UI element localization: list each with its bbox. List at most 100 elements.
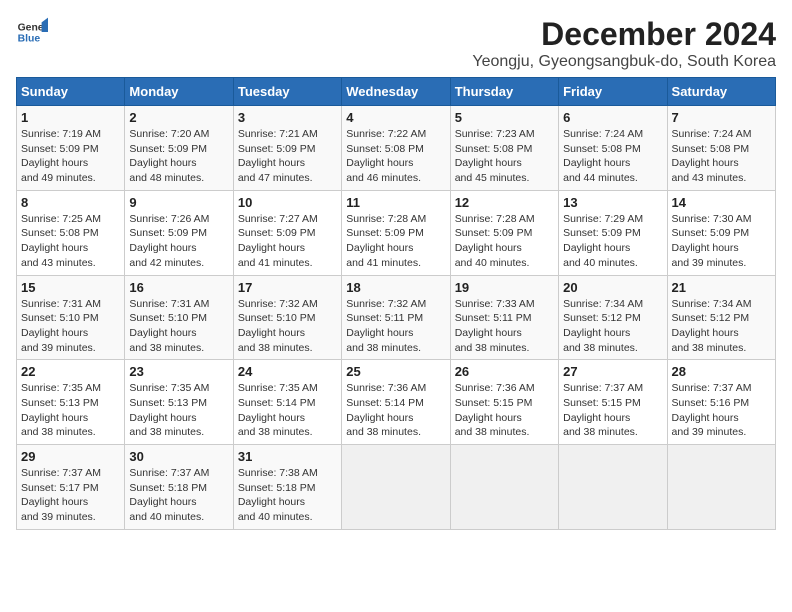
- day-number: 31: [238, 449, 337, 464]
- day-detail: Sunrise: 7:37 AMSunset: 5:18 PMDaylight …: [129, 467, 209, 523]
- weekday-header-monday: Monday: [125, 78, 233, 106]
- weekday-header-sunday: Sunday: [17, 78, 125, 106]
- calendar-cell: 8 Sunrise: 7:25 AMSunset: 5:08 PMDayligh…: [17, 190, 125, 275]
- calendar-cell: 19 Sunrise: 7:33 AMSunset: 5:11 PMDaylig…: [450, 275, 558, 360]
- calendar-cell: 25 Sunrise: 7:36 AMSunset: 5:14 PMDaylig…: [342, 360, 450, 445]
- day-number: 3: [238, 110, 337, 125]
- title-block: December 2024 Yeongju, Gyeongsangbuk-do,…: [472, 16, 776, 71]
- day-detail: Sunrise: 7:22 AMSunset: 5:08 PMDaylight …: [346, 128, 426, 184]
- header: General Blue December 2024 Yeongju, Gyeo…: [16, 16, 776, 71]
- svg-text:Blue: Blue: [18, 34, 41, 45]
- calendar-cell: 7 Sunrise: 7:24 AMSunset: 5:08 PMDayligh…: [667, 106, 775, 191]
- day-detail: Sunrise: 7:37 AMSunset: 5:17 PMDaylight …: [21, 467, 101, 523]
- day-detail: Sunrise: 7:37 AMSunset: 5:15 PMDaylight …: [563, 382, 643, 438]
- calendar-cell: 24 Sunrise: 7:35 AMSunset: 5:14 PMDaylig…: [233, 360, 341, 445]
- day-number: 5: [455, 110, 554, 125]
- day-detail: Sunrise: 7:28 AMSunset: 5:09 PMDaylight …: [455, 213, 535, 269]
- day-detail: Sunrise: 7:35 AMSunset: 5:13 PMDaylight …: [21, 382, 101, 438]
- calendar-cell: 3 Sunrise: 7:21 AMSunset: 5:09 PMDayligh…: [233, 106, 341, 191]
- day-number: 15: [21, 280, 120, 295]
- day-number: 26: [455, 364, 554, 379]
- day-detail: Sunrise: 7:36 AMSunset: 5:15 PMDaylight …: [455, 382, 535, 438]
- calendar-cell: 16 Sunrise: 7:31 AMSunset: 5:10 PMDaylig…: [125, 275, 233, 360]
- day-number: 13: [563, 195, 662, 210]
- day-detail: Sunrise: 7:37 AMSunset: 5:16 PMDaylight …: [672, 382, 752, 438]
- calendar-cell: 11 Sunrise: 7:28 AMSunset: 5:09 PMDaylig…: [342, 190, 450, 275]
- day-number: 11: [346, 195, 445, 210]
- month-year-title: December 2024: [472, 16, 776, 53]
- calendar-cell: [559, 445, 667, 530]
- day-detail: Sunrise: 7:34 AMSunset: 5:12 PMDaylight …: [672, 298, 752, 354]
- calendar-cell: 20 Sunrise: 7:34 AMSunset: 5:12 PMDaylig…: [559, 275, 667, 360]
- day-number: 12: [455, 195, 554, 210]
- day-number: 4: [346, 110, 445, 125]
- day-detail: Sunrise: 7:32 AMSunset: 5:11 PMDaylight …: [346, 298, 426, 354]
- day-detail: Sunrise: 7:32 AMSunset: 5:10 PMDaylight …: [238, 298, 318, 354]
- calendar-cell: 18 Sunrise: 7:32 AMSunset: 5:11 PMDaylig…: [342, 275, 450, 360]
- weekday-header-row: SundayMondayTuesdayWednesdayThursdayFrid…: [17, 78, 776, 106]
- calendar-cell: 22 Sunrise: 7:35 AMSunset: 5:13 PMDaylig…: [17, 360, 125, 445]
- calendar-body: 1 Sunrise: 7:19 AMSunset: 5:09 PMDayligh…: [17, 106, 776, 530]
- calendar-header: SundayMondayTuesdayWednesdayThursdayFrid…: [17, 78, 776, 106]
- day-detail: Sunrise: 7:29 AMSunset: 5:09 PMDaylight …: [563, 213, 643, 269]
- location-subtitle: Yeongju, Gyeongsangbuk-do, South Korea: [472, 53, 776, 71]
- day-number: 18: [346, 280, 445, 295]
- day-detail: Sunrise: 7:34 AMSunset: 5:12 PMDaylight …: [563, 298, 643, 354]
- day-detail: Sunrise: 7:20 AMSunset: 5:09 PMDaylight …: [129, 128, 209, 184]
- calendar-cell: 21 Sunrise: 7:34 AMSunset: 5:12 PMDaylig…: [667, 275, 775, 360]
- day-detail: Sunrise: 7:21 AMSunset: 5:09 PMDaylight …: [238, 128, 318, 184]
- day-detail: Sunrise: 7:31 AMSunset: 5:10 PMDaylight …: [129, 298, 209, 354]
- calendar-week-4: 22 Sunrise: 7:35 AMSunset: 5:13 PMDaylig…: [17, 360, 776, 445]
- calendar-cell: 13 Sunrise: 7:29 AMSunset: 5:09 PMDaylig…: [559, 190, 667, 275]
- calendar-cell: 26 Sunrise: 7:36 AMSunset: 5:15 PMDaylig…: [450, 360, 558, 445]
- day-detail: Sunrise: 7:24 AMSunset: 5:08 PMDaylight …: [672, 128, 752, 184]
- logo-icon: General Blue: [16, 16, 48, 48]
- day-number: 30: [129, 449, 228, 464]
- calendar-cell: 30 Sunrise: 7:37 AMSunset: 5:18 PMDaylig…: [125, 445, 233, 530]
- calendar-cell: [342, 445, 450, 530]
- calendar-cell: 28 Sunrise: 7:37 AMSunset: 5:16 PMDaylig…: [667, 360, 775, 445]
- calendar-table: SundayMondayTuesdayWednesdayThursdayFrid…: [16, 77, 776, 530]
- day-number: 24: [238, 364, 337, 379]
- day-number: 7: [672, 110, 771, 125]
- day-detail: Sunrise: 7:31 AMSunset: 5:10 PMDaylight …: [21, 298, 101, 354]
- calendar-week-1: 1 Sunrise: 7:19 AMSunset: 5:09 PMDayligh…: [17, 106, 776, 191]
- day-detail: Sunrise: 7:19 AMSunset: 5:09 PMDaylight …: [21, 128, 101, 184]
- calendar-cell: 17 Sunrise: 7:32 AMSunset: 5:10 PMDaylig…: [233, 275, 341, 360]
- day-number: 2: [129, 110, 228, 125]
- day-number: 19: [455, 280, 554, 295]
- day-number: 21: [672, 280, 771, 295]
- day-detail: Sunrise: 7:25 AMSunset: 5:08 PMDaylight …: [21, 213, 101, 269]
- calendar-cell: 29 Sunrise: 7:37 AMSunset: 5:17 PMDaylig…: [17, 445, 125, 530]
- day-detail: Sunrise: 7:24 AMSunset: 5:08 PMDaylight …: [563, 128, 643, 184]
- calendar-cell: [667, 445, 775, 530]
- weekday-header-saturday: Saturday: [667, 78, 775, 106]
- weekday-header-thursday: Thursday: [450, 78, 558, 106]
- day-detail: Sunrise: 7:28 AMSunset: 5:09 PMDaylight …: [346, 213, 426, 269]
- calendar-cell: 1 Sunrise: 7:19 AMSunset: 5:09 PMDayligh…: [17, 106, 125, 191]
- day-detail: Sunrise: 7:36 AMSunset: 5:14 PMDaylight …: [346, 382, 426, 438]
- calendar-cell: 6 Sunrise: 7:24 AMSunset: 5:08 PMDayligh…: [559, 106, 667, 191]
- day-number: 16: [129, 280, 228, 295]
- day-number: 10: [238, 195, 337, 210]
- calendar-week-3: 15 Sunrise: 7:31 AMSunset: 5:10 PMDaylig…: [17, 275, 776, 360]
- day-detail: Sunrise: 7:30 AMSunset: 5:09 PMDaylight …: [672, 213, 752, 269]
- calendar-cell: 27 Sunrise: 7:37 AMSunset: 5:15 PMDaylig…: [559, 360, 667, 445]
- calendar-cell: 14 Sunrise: 7:30 AMSunset: 5:09 PMDaylig…: [667, 190, 775, 275]
- calendar-cell: 4 Sunrise: 7:22 AMSunset: 5:08 PMDayligh…: [342, 106, 450, 191]
- logo: General Blue: [16, 16, 48, 48]
- day-detail: Sunrise: 7:23 AMSunset: 5:08 PMDaylight …: [455, 128, 535, 184]
- day-number: 27: [563, 364, 662, 379]
- calendar-cell: 10 Sunrise: 7:27 AMSunset: 5:09 PMDaylig…: [233, 190, 341, 275]
- day-number: 8: [21, 195, 120, 210]
- calendar-cell: 31 Sunrise: 7:38 AMSunset: 5:18 PMDaylig…: [233, 445, 341, 530]
- calendar-cell: 23 Sunrise: 7:35 AMSunset: 5:13 PMDaylig…: [125, 360, 233, 445]
- calendar-cell: 15 Sunrise: 7:31 AMSunset: 5:10 PMDaylig…: [17, 275, 125, 360]
- day-number: 17: [238, 280, 337, 295]
- weekday-header-tuesday: Tuesday: [233, 78, 341, 106]
- day-detail: Sunrise: 7:26 AMSunset: 5:09 PMDaylight …: [129, 213, 209, 269]
- day-detail: Sunrise: 7:35 AMSunset: 5:14 PMDaylight …: [238, 382, 318, 438]
- day-number: 28: [672, 364, 771, 379]
- calendar-cell: 2 Sunrise: 7:20 AMSunset: 5:09 PMDayligh…: [125, 106, 233, 191]
- day-number: 1: [21, 110, 120, 125]
